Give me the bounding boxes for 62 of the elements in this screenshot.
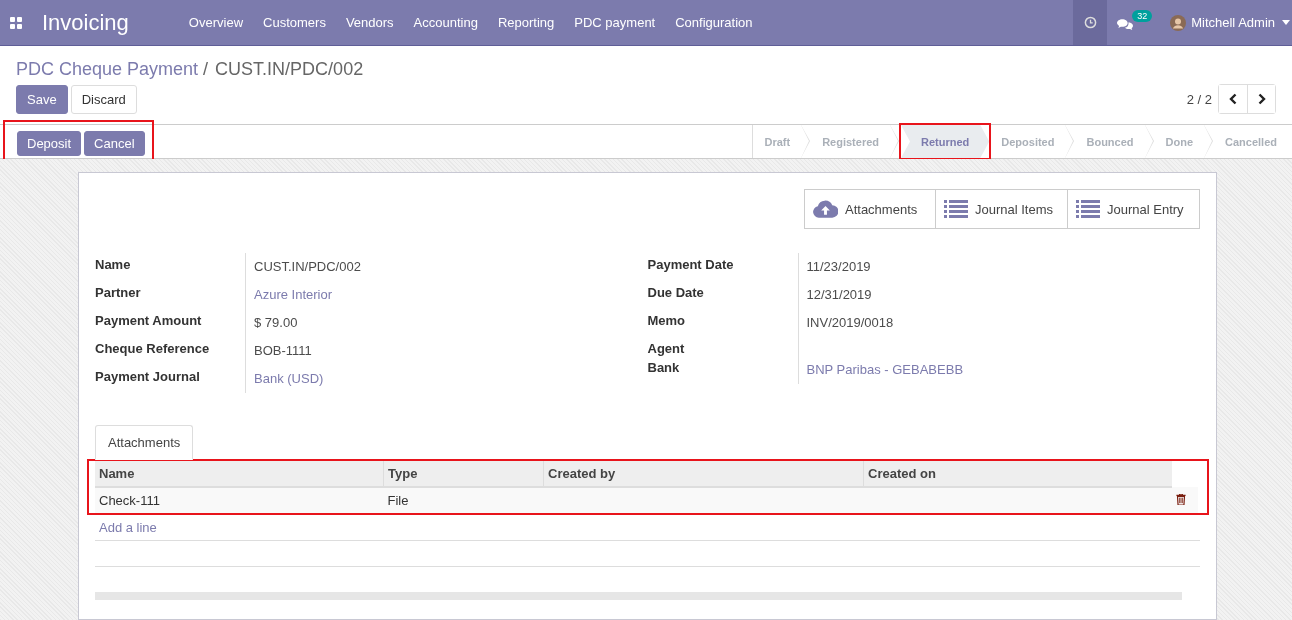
breadcrumb-link[interactable]: PDC Cheque Payment [16, 59, 199, 79]
table-cell: File [387, 493, 409, 508]
field-label: Partner [95, 284, 142, 302]
notebook-tab[interactable]: Attachments [95, 425, 194, 460]
trash-icon[interactable] [1176, 493, 1186, 505]
field-value: INV/2019/0018 [806, 315, 894, 330]
menu-item[interactable]: Vendors [335, 15, 404, 30]
journal-button[interactable]: Journal Entry [1068, 189, 1200, 229]
menu-item[interactable]: Configuration [665, 15, 763, 30]
menu-item[interactable]: Accounting [403, 15, 488, 30]
field-label: Payment Amount [95, 312, 203, 330]
field-value: $ 79.00 [254, 315, 298, 330]
field-label: Cheque Reference [95, 340, 211, 358]
save-button[interactable]: Save [16, 84, 68, 114]
clock-icon [1083, 16, 1097, 29]
user-menu[interactable]: Mitchell Admin [1170, 14, 1290, 31]
breadcrumb-separator: / [203, 59, 209, 79]
menu-item[interactable]: Customers [253, 15, 336, 30]
action-button[interactable]: Deposit [17, 130, 82, 156]
next-button[interactable] [1247, 85, 1275, 113]
list-icon [1076, 199, 1100, 219]
activity-button[interactable] [1073, 0, 1108, 45]
journal-button[interactable]: Journal Items [936, 189, 1068, 229]
field-label: Bank [647, 359, 681, 377]
pager-counter: 2 / 2 [1186, 91, 1212, 107]
chevron-left-icon [1229, 93, 1237, 105]
field-label: Due Date [647, 284, 705, 302]
breadcrumb-current: CUST.IN/PDC/002 [215, 59, 364, 79]
column-header: Created by [543, 461, 864, 487]
apps-grid-icon[interactable] [10, 16, 22, 29]
chevron-right-icon [1257, 93, 1266, 105]
message-count-badge: 32 [1132, 10, 1153, 22]
attachments-button[interactable]: Attachments [804, 189, 936, 229]
list-icon [944, 199, 968, 219]
menu-item[interactable]: Reporting [487, 15, 565, 30]
column-header: Created on [863, 461, 1172, 487]
action-button[interactable]: Cancel [84, 130, 145, 156]
caret-icon [1282, 20, 1290, 25]
add-line-link[interactable]: Add a line [95, 515, 1200, 540]
field-link[interactable]: Bank (USD) [254, 371, 324, 386]
field-link[interactable]: BNP Paribas - GEBABEBB [806, 362, 964, 377]
discard-button[interactable]: Discard [70, 84, 137, 114]
field-label: Payment Date [647, 256, 735, 274]
column-header: Name [95, 461, 384, 487]
field-link[interactable]: Azure Interior [254, 287, 333, 302]
field-value: 12/31/2019 [806, 287, 872, 302]
cloud-upload-icon [813, 200, 838, 218]
status-stage[interactable]: Returned [901, 125, 990, 158]
chat-icon[interactable] [1117, 18, 1134, 31]
field-value: 11/23/2019 [806, 259, 871, 274]
field-value: CUST.IN/PDC/002 [254, 259, 361, 274]
menu-item[interactable]: Overview [178, 15, 254, 30]
field-value: BOB-1111 [254, 343, 312, 358]
menu-item[interactable]: PDC payment [564, 15, 666, 30]
avatar-icon [1170, 14, 1187, 31]
table-cell: Check-111 [99, 493, 160, 508]
field-label: Name [95, 256, 132, 274]
app-title: Invoicing [42, 9, 129, 36]
field-label: Memo [647, 312, 687, 330]
field-label: Payment Journal [95, 368, 201, 386]
column-header: Type [383, 461, 544, 487]
field-label: Agent [647, 340, 686, 356]
